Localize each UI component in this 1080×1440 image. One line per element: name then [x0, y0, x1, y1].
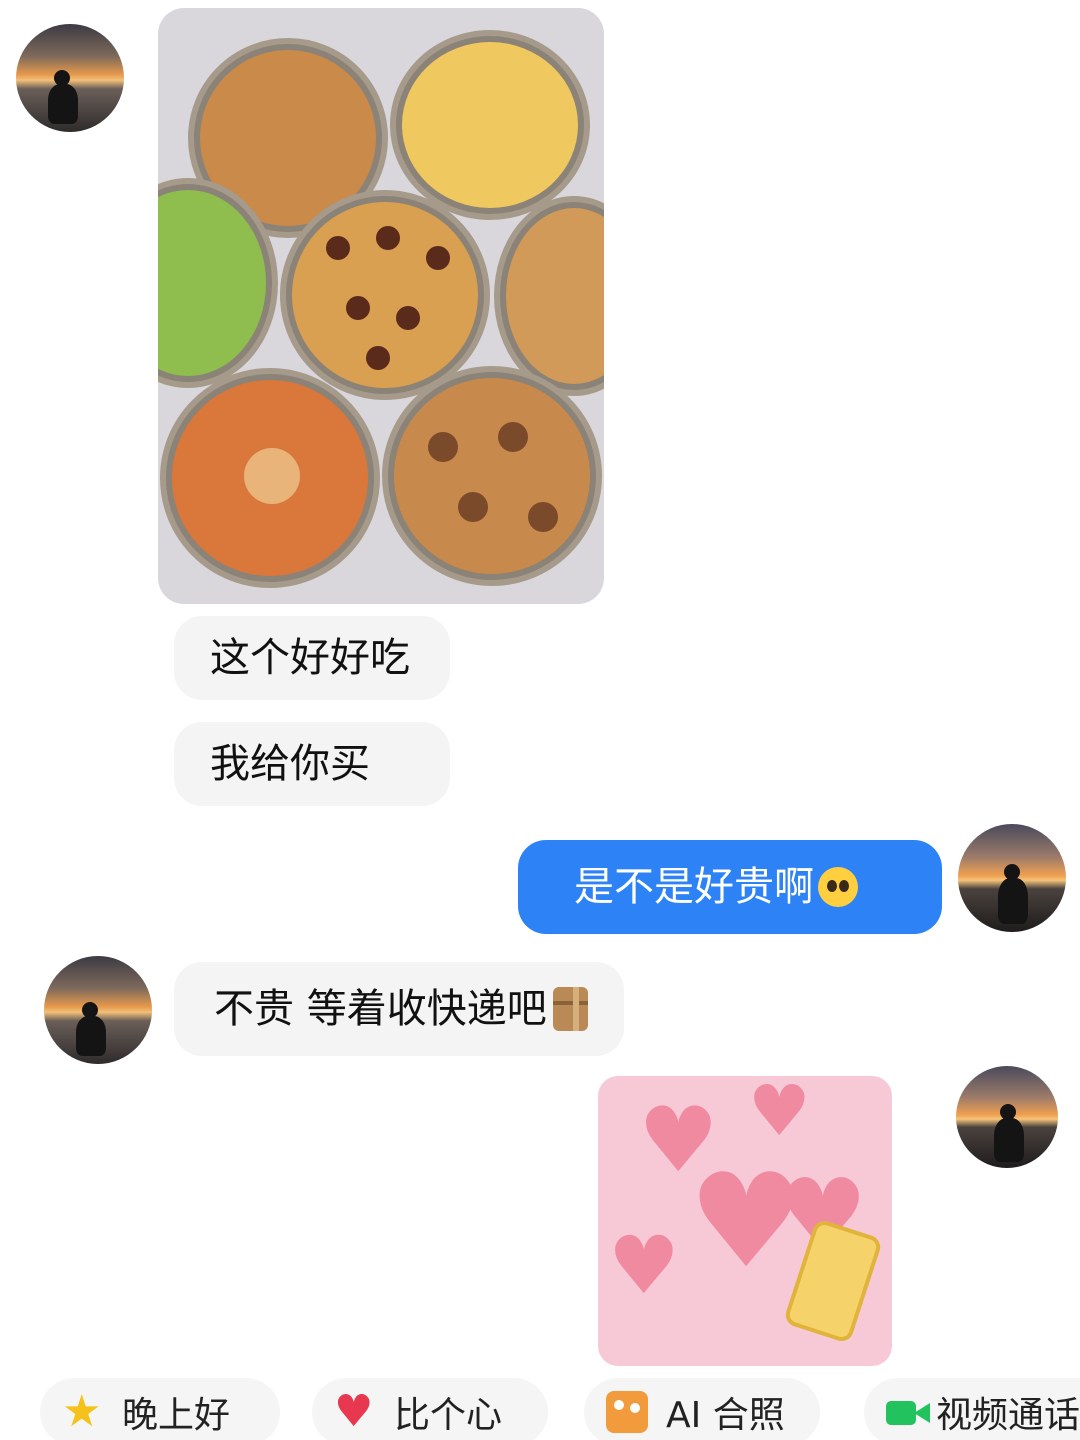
message-text: 我给你买 — [210, 741, 370, 787]
my-avatar[interactable] — [958, 824, 1066, 932]
contact-avatar[interactable] — [44, 956, 152, 1064]
quick-action-ai-photo[interactable]: AI 合照 — [584, 1378, 820, 1440]
hearts-sticker[interactable]: ♥ ♥ ♥ ♥ ♥ — [598, 1076, 892, 1366]
quick-actions-bar: ★ 晚上好 ♥ 比个心 AI 合照 视频通话 — [0, 1372, 1080, 1440]
quick-action-label: AI 合照 — [666, 1395, 785, 1436]
quick-action-label: 视频通话 — [935, 1395, 1080, 1436]
heart-icon: ♥ — [334, 1386, 374, 1437]
quick-action-label: 晚上好 — [122, 1395, 231, 1436]
quick-action-good-evening[interactable]: ★ 晚上好 — [40, 1378, 280, 1440]
message-text: 不贵 等着收快递吧 — [214, 986, 547, 1032]
quick-action-heart[interactable]: ♥ 比个心 — [312, 1378, 548, 1440]
message-text: 这个好好吃 — [210, 635, 410, 681]
video-call-icon — [886, 1391, 930, 1433]
pleading-face-icon — [818, 867, 858, 907]
star-icon: ★ — [62, 1386, 102, 1437]
contact-avatar[interactable] — [16, 24, 124, 132]
quick-action-label: 比个心 — [394, 1395, 503, 1436]
message-bubble-incoming[interactable]: 这个好好吃 — [174, 616, 450, 700]
message-text: 是不是好贵啊 — [574, 864, 814, 910]
message-bubble-outgoing[interactable]: 是不是好贵啊 — [518, 840, 942, 934]
cookie-tins-photo[interactable] — [158, 8, 604, 604]
message-bubble-incoming[interactable]: 我给你买 — [174, 722, 450, 806]
quick-action-video-call[interactable]: 视频通话 — [864, 1378, 1080, 1440]
message-bubble-incoming[interactable]: 不贵 等着收快递吧 — [174, 962, 624, 1056]
package-icon — [552, 987, 589, 1031]
ai-photo-icon — [606, 1391, 648, 1433]
my-avatar[interactable] — [956, 1066, 1058, 1168]
